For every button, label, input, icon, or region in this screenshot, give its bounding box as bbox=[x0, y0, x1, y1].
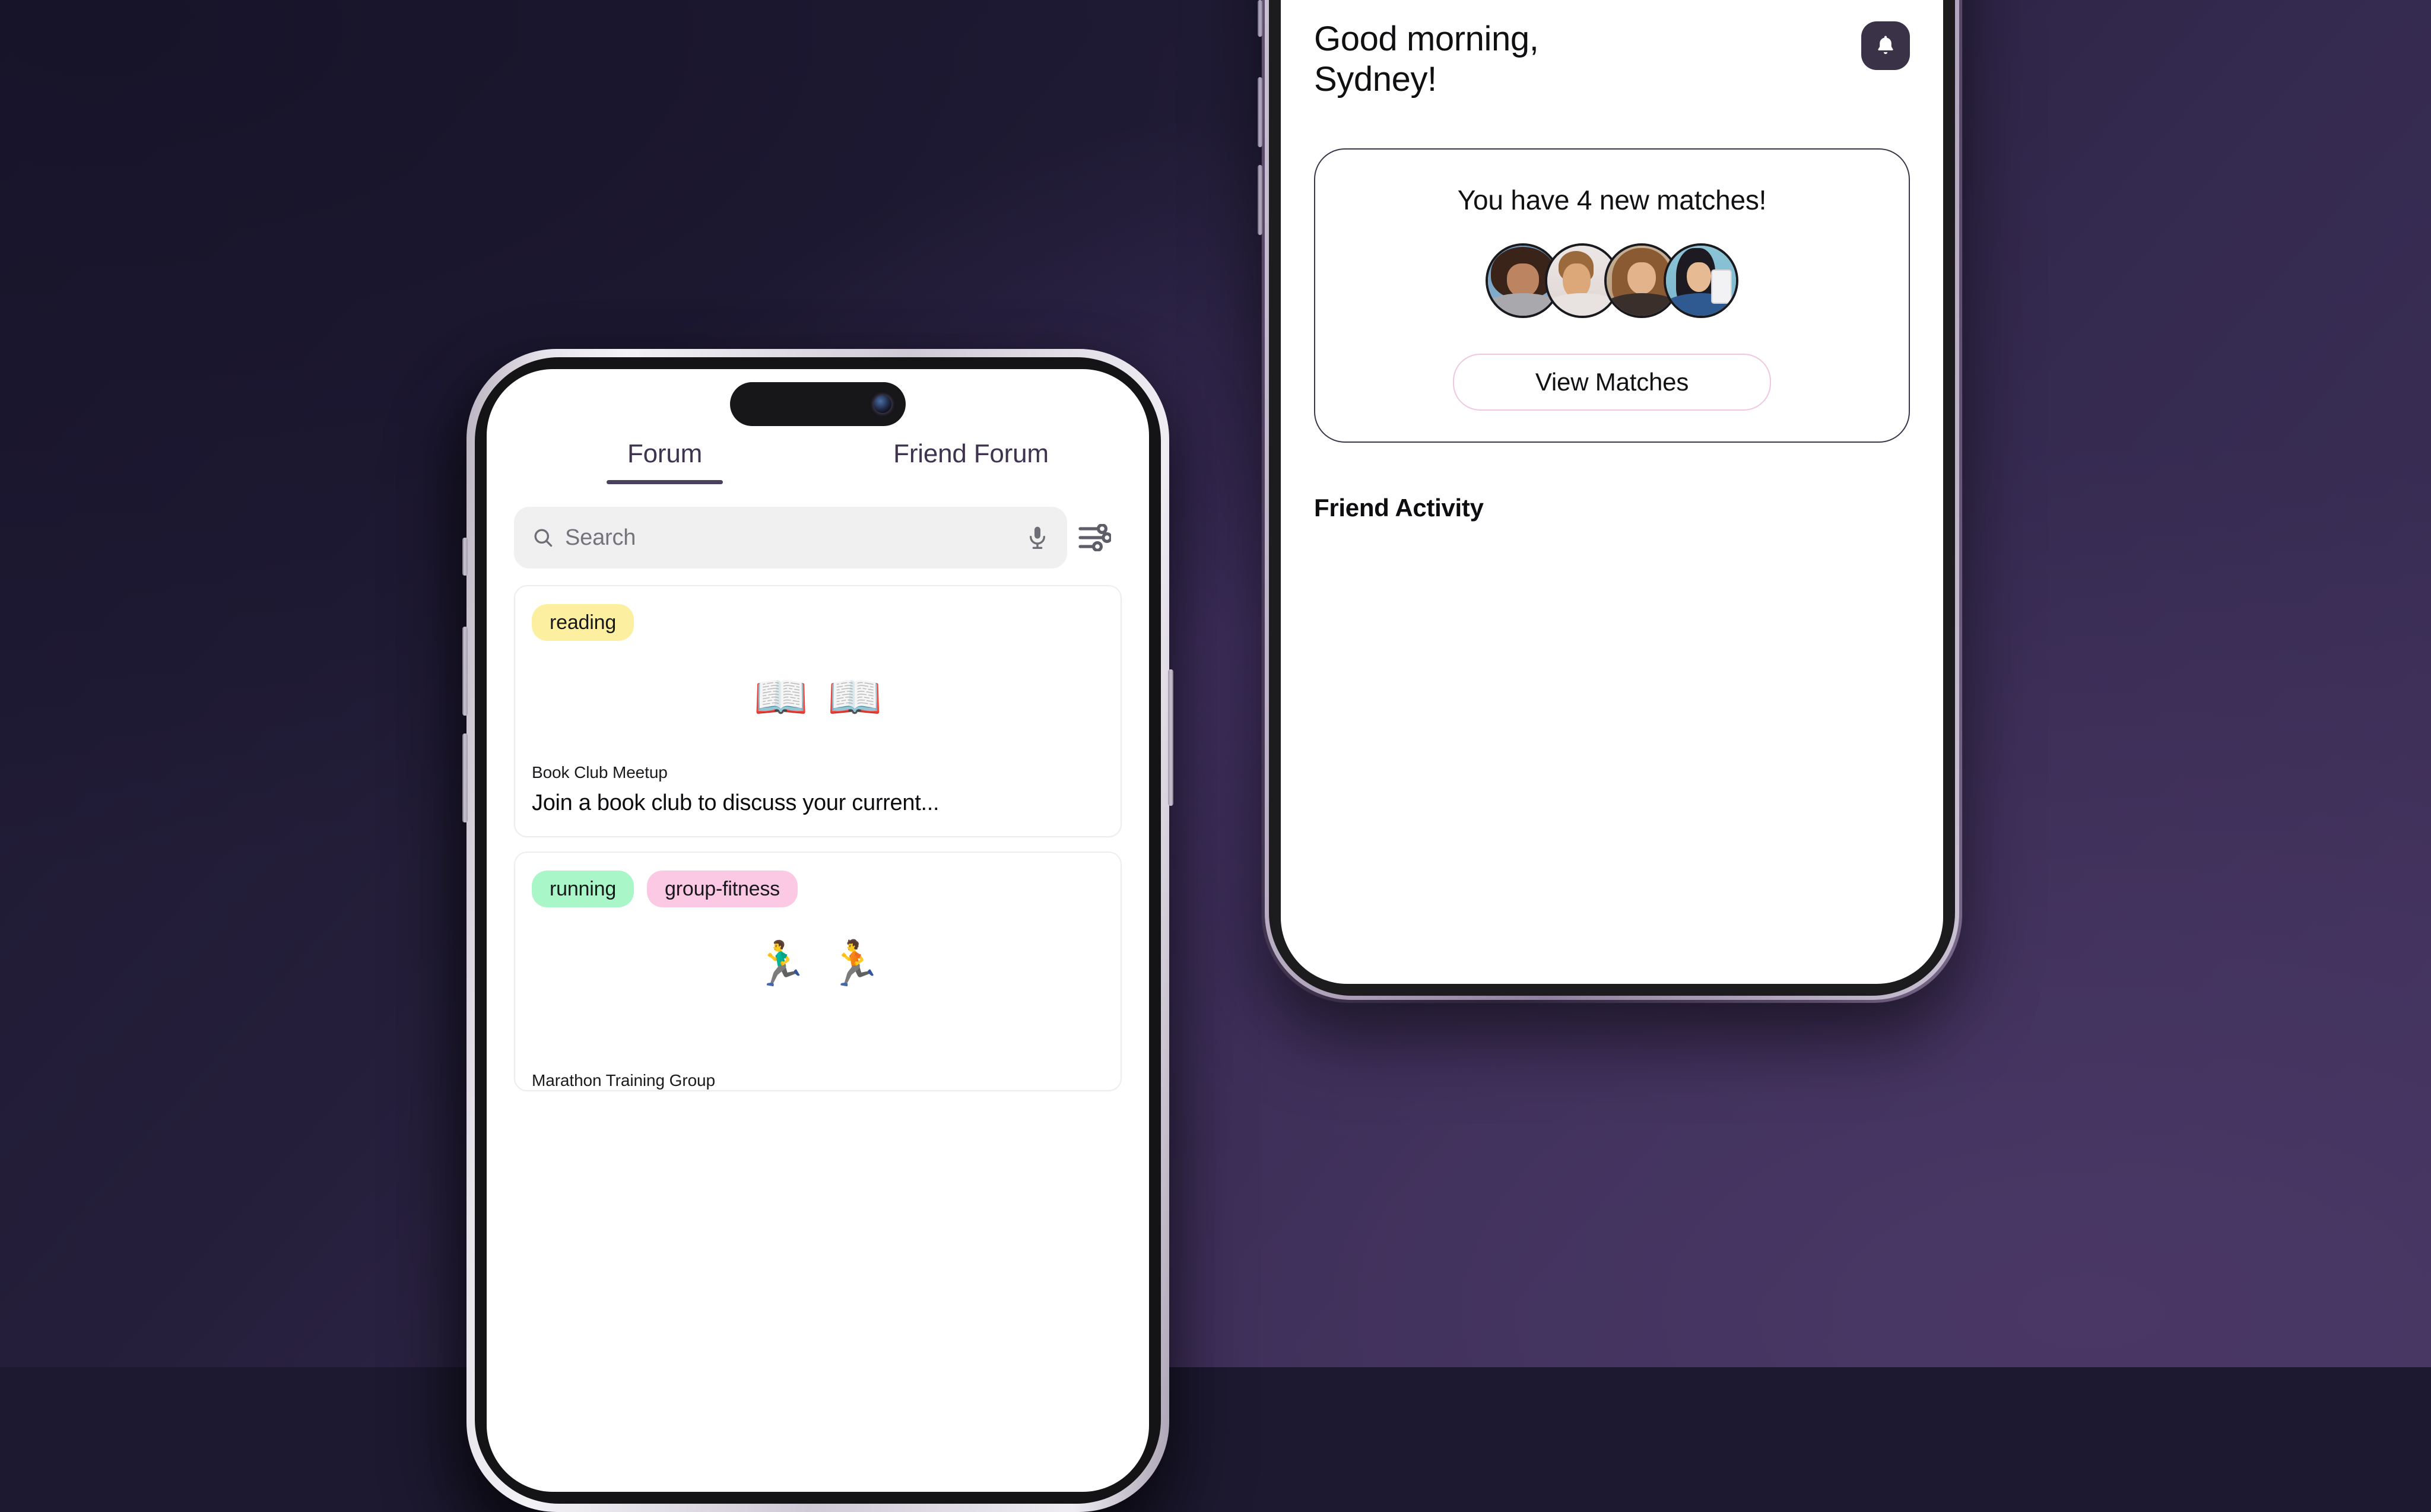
greeting-text: Good morning, Sydney! bbox=[1314, 20, 1539, 99]
tag-row: running group-fitness bbox=[532, 871, 1104, 907]
left-phone-volume-down-button[interactable] bbox=[462, 733, 468, 822]
left-phone-mockup: Forum Friend Forum Search reading 📖 📖 Bo… bbox=[462, 349, 1173, 1512]
search-input[interactable]: Search bbox=[514, 507, 1067, 568]
post-emoji-area: 🏃‍♂️ 🏃 bbox=[532, 907, 1104, 1020]
right-phone-volume-up-button[interactable] bbox=[1258, 77, 1262, 147]
avatar[interactable] bbox=[1664, 243, 1738, 318]
search-placeholder-text: Search bbox=[565, 525, 636, 550]
left-phone-screen: Forum Friend Forum Search reading 📖 📖 Bo… bbox=[487, 369, 1149, 1492]
right-phone-mockup: Good morning, Sydney! You have 4 new mat… bbox=[1258, 0, 1962, 1003]
book-emoji: 📖 bbox=[753, 672, 808, 722]
right-app-content: Good morning, Sydney! You have 4 new mat… bbox=[1281, 0, 1943, 522]
runner-emoji: 🏃 bbox=[827, 939, 883, 988]
dynamic-island bbox=[730, 382, 906, 426]
search-icon bbox=[532, 526, 554, 549]
greeting-row: Good morning, Sydney! bbox=[1314, 19, 1910, 100]
bell-icon bbox=[1878, 36, 1893, 54]
left-phone-volume-up-button[interactable] bbox=[462, 627, 468, 716]
view-matches-button[interactable]: View Matches bbox=[1453, 353, 1771, 411]
sliders-filter-icon bbox=[1078, 524, 1111, 551]
tag-group-fitness[interactable]: group-fitness bbox=[647, 871, 798, 907]
tag-reading[interactable]: reading bbox=[532, 604, 634, 641]
post-subtitle: Book Club Meetup bbox=[532, 763, 668, 782]
forum-post-list: reading 📖 📖 Book Club Meetup Join a book… bbox=[487, 568, 1149, 1091]
page-background bbox=[0, 0, 2431, 1367]
search-row: Search bbox=[487, 484, 1149, 568]
post-subtitle: Marathon Training Group bbox=[532, 1071, 715, 1089]
post-title: Join a book club to discuss your current… bbox=[532, 790, 940, 815]
forum-tabs: Forum Friend Forum bbox=[487, 439, 1149, 484]
friend-activity-heading: Friend Activity bbox=[1314, 493, 1484, 522]
forum-post-card[interactable]: reading 📖 📖 Book Club Meetup Join a book… bbox=[514, 585, 1122, 837]
right-phone-screen: Good morning, Sydney! You have 4 new mat… bbox=[1281, 0, 1943, 984]
new-matches-card: You have 4 new matches! View Matches bbox=[1314, 148, 1910, 443]
forum-app-content: Forum Friend Forum Search reading 📖 📖 Bo… bbox=[487, 369, 1149, 1091]
left-phone-silent-switch[interactable] bbox=[462, 538, 468, 576]
tab-friend-forum[interactable]: Friend Forum bbox=[818, 439, 1124, 484]
microphone-icon[interactable] bbox=[1026, 524, 1049, 551]
runner-emoji: 🏃‍♂️ bbox=[753, 939, 808, 988]
notifications-button[interactable] bbox=[1861, 21, 1910, 70]
forum-post-card[interactable]: running group-fitness 🏃‍♂️ 🏃 Marathon Tr… bbox=[514, 852, 1122, 1091]
tag-row: reading bbox=[532, 604, 1104, 641]
matches-title: You have 4 new matches! bbox=[1457, 184, 1767, 215]
tab-forum[interactable]: Forum bbox=[512, 439, 818, 484]
matches-avatar-stack[interactable] bbox=[1339, 243, 1885, 320]
tag-running[interactable]: running bbox=[532, 871, 634, 907]
book-emoji: 📖 bbox=[827, 672, 883, 722]
filter-button[interactable] bbox=[1067, 510, 1122, 565]
post-emoji-area: 📖 📖 bbox=[532, 641, 1104, 754]
right-phone-silent-switch[interactable] bbox=[1258, 0, 1262, 37]
front-camera-icon bbox=[874, 395, 891, 413]
right-phone-volume-down-button[interactable] bbox=[1258, 165, 1262, 235]
left-phone-power-button[interactable] bbox=[1168, 669, 1173, 806]
